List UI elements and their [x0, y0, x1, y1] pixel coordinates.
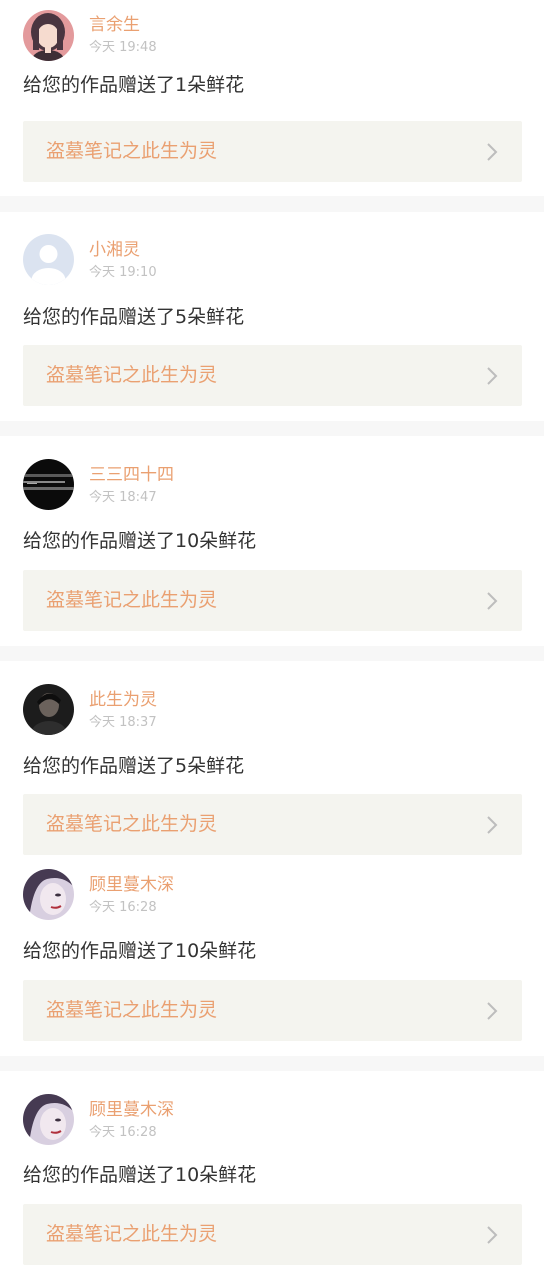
- work-title: 盗墓笔记之此生为灵: [46, 1223, 218, 1245]
- timestamp: 今天 18:37: [89, 715, 157, 730]
- work-title: 盗墓笔记之此生为灵: [46, 589, 218, 611]
- notification-card: 三三四十四 今天 18:47 给您的作品赠送了10朵鲜花 盗墓笔记之此生为灵: [0, 436, 544, 646]
- username[interactable]: 小湘灵: [89, 238, 140, 262]
- work-link-button[interactable]: 盗墓笔记之此生为灵: [23, 980, 522, 1041]
- timestamp: 今天 16:28: [89, 1125, 157, 1140]
- work-title: 盗墓笔记之此生为灵: [46, 999, 218, 1021]
- girl-anime-avatar-icon: [23, 10, 74, 61]
- notification-feed: 言余生 今天 19:48 给您的作品赠送了1朵鲜花 盗墓笔记之此生为灵 小湘灵 …: [0, 0, 544, 1280]
- notification-card: 小湘灵 今天 19:10 给您的作品赠送了5朵鲜花 盗墓笔记之此生为灵: [0, 212, 544, 421]
- work-link-button[interactable]: 盗墓笔记之此生为灵: [23, 345, 522, 406]
- work-link-button[interactable]: 盗墓笔记之此生为灵: [23, 794, 522, 855]
- avatar[interactable]: [23, 869, 74, 920]
- notification-card: 此生为灵 今天 18:37 给您的作品赠送了5朵鲜花 盗墓笔记之此生为灵: [0, 661, 544, 861]
- notification-card: 顾里蔓木深 今天 16:28 给您的作品赠送了10朵鲜花 盗墓笔记之此生为灵: [0, 861, 544, 1056]
- chevron-right-icon: [487, 816, 498, 834]
- avatar[interactable]: [23, 1094, 74, 1145]
- chevron-right-icon: [487, 592, 498, 610]
- work-title: 盗墓笔记之此生为灵: [46, 813, 218, 835]
- chevron-right-icon: [487, 367, 498, 385]
- work-link-button[interactable]: 盗墓笔记之此生为灵: [23, 1204, 522, 1265]
- work-link-button[interactable]: 盗墓笔记之此生为灵: [23, 121, 522, 182]
- chevron-right-icon: [487, 1226, 498, 1244]
- work-title: 盗墓笔记之此生为灵: [46, 364, 218, 386]
- notification-card: 言余生 今天 19:48 给您的作品赠送了1朵鲜花 盗墓笔记之此生为灵: [0, 0, 544, 196]
- notification-card: 顾里蔓木深 今天 16:28 给您的作品赠送了10朵鲜花 盗墓笔记之此生为灵: [0, 1071, 544, 1280]
- username[interactable]: 言余生: [89, 13, 140, 37]
- gift-message: 给您的作品赠送了10朵鲜花: [23, 1164, 257, 1186]
- avatar[interactable]: [23, 459, 74, 510]
- timestamp: 今天 19:10: [89, 265, 157, 280]
- chevron-right-icon: [487, 143, 498, 161]
- username[interactable]: 顾里蔓木深: [89, 873, 174, 897]
- username[interactable]: 三三四十四: [89, 463, 174, 487]
- gift-message: 给您的作品赠送了5朵鲜花: [23, 306, 245, 328]
- dark-screen-avatar-icon: [23, 459, 74, 510]
- work-link-button[interactable]: 盗墓笔记之此生为灵: [23, 570, 522, 631]
- timestamp: 今天 16:28: [89, 900, 157, 915]
- chevron-right-icon: [487, 1002, 498, 1020]
- avatar[interactable]: [23, 10, 74, 61]
- gift-message: 给您的作品赠送了10朵鲜花: [23, 940, 257, 962]
- default-person-avatar-icon: [23, 234, 74, 285]
- gift-message: 给您的作品赠送了1朵鲜花: [23, 74, 245, 96]
- gift-message: 给您的作品赠送了10朵鲜花: [23, 530, 257, 552]
- username[interactable]: 此生为灵: [89, 688, 157, 712]
- gift-message: 给您的作品赠送了5朵鲜花: [23, 755, 245, 777]
- username[interactable]: 顾里蔓木深: [89, 1098, 174, 1122]
- purple-hair-avatar-icon: [23, 869, 74, 920]
- timestamp: 今天 19:48: [89, 40, 157, 55]
- timestamp: 今天 18:47: [89, 490, 157, 505]
- work-title: 盗墓笔记之此生为灵: [46, 140, 218, 162]
- purple-hair-avatar-icon: [23, 1094, 74, 1145]
- avatar[interactable]: [23, 234, 74, 285]
- dark-photo-avatar-icon: [23, 684, 74, 735]
- avatar[interactable]: [23, 684, 74, 735]
